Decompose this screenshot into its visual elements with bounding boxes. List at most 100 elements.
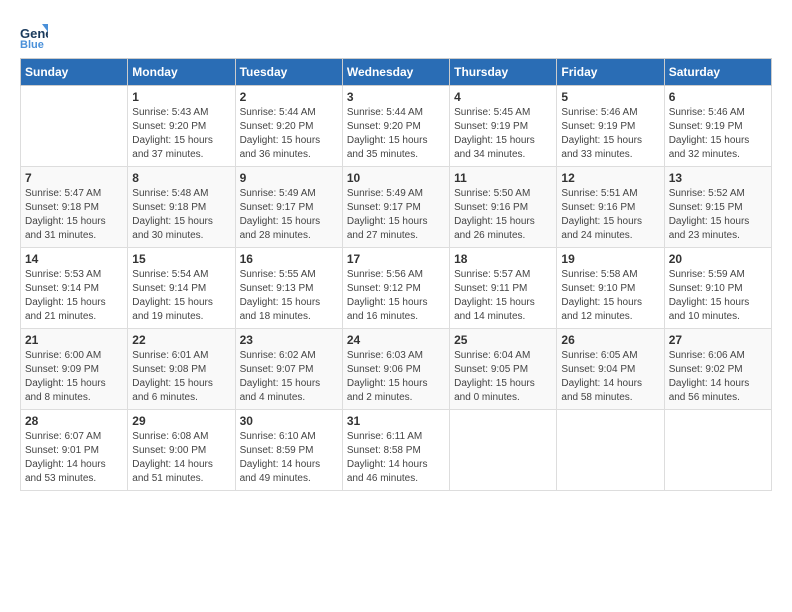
day-number: 7	[25, 171, 123, 185]
calendar-cell: 8 Sunrise: 5:48 AM Sunset: 9:18 PM Daylig…	[128, 167, 235, 248]
calendar-cell: 14 Sunrise: 5:53 AM Sunset: 9:14 PM Dayli…	[21, 248, 128, 329]
day-info: Sunrise: 5:50 AM Sunset: 9:16 PM Dayligh…	[454, 187, 552, 243]
day-info: Sunrise: 5:59 AM Sunset: 9:10 PM Dayligh…	[669, 268, 767, 324]
day-number: 10	[347, 171, 445, 185]
day-number: 31	[347, 414, 445, 428]
column-header-tuesday: Tuesday	[235, 59, 342, 86]
day-number: 14	[25, 252, 123, 266]
day-info: Sunrise: 5:49 AM Sunset: 9:17 PM Dayligh…	[240, 187, 338, 243]
day-number: 2	[240, 90, 338, 104]
day-number: 8	[132, 171, 230, 185]
day-number: 21	[25, 333, 123, 347]
day-number: 4	[454, 90, 552, 104]
calendar-cell: 9Sunrise: 5:49 AM Sunset: 9:17 PM Daylig…	[235, 167, 342, 248]
day-info: Sunrise: 5:53 AM Sunset: 9:14 PM Dayligh…	[25, 268, 123, 324]
calendar-week-row: 1 Sunrise: 5:43 AM Sunset: 9:20 PM Daylig…	[21, 86, 772, 167]
day-number: 23	[240, 333, 338, 347]
day-number: 19	[561, 252, 659, 266]
day-info: Sunrise: 6:02 AM Sunset: 9:07 PM Dayligh…	[240, 349, 338, 405]
calendar-cell: 16Sunrise: 5:55 AM Sunset: 9:13 PM Dayli…	[235, 248, 342, 329]
day-info: Sunrise: 6:03 AM Sunset: 9:06 PM Dayligh…	[347, 349, 445, 405]
calendar-cell: 4 Sunrise: 5:45 AM Sunset: 9:19 PM Daylig…	[450, 86, 557, 167]
day-number: 29	[132, 414, 230, 428]
day-info: Sunrise: 5:48 AM Sunset: 9:18 PM Dayligh…	[132, 187, 230, 243]
day-info: Sunrise: 6:10 AM Sunset: 8:59 PM Dayligh…	[240, 430, 338, 486]
day-info: Sunrise: 5:47 AM Sunset: 9:18 PM Dayligh…	[25, 187, 123, 243]
calendar-cell: 20 Sunrise: 5:59 AM Sunset: 9:10 PM Dayli…	[664, 248, 771, 329]
column-header-monday: Monday	[128, 59, 235, 86]
calendar-week-row: 28 Sunrise: 6:07 AM Sunset: 9:01 PM Dayli…	[21, 410, 772, 491]
calendar-cell: 26Sunrise: 6:05 AM Sunset: 9:04 PM Dayli…	[557, 329, 664, 410]
day-info: Sunrise: 5:43 AM Sunset: 9:20 PM Dayligh…	[132, 106, 230, 162]
day-info: Sunrise: 5:58 AM Sunset: 9:10 PM Dayligh…	[561, 268, 659, 324]
day-number: 24	[347, 333, 445, 347]
day-number: 20	[669, 252, 767, 266]
calendar-cell: 5Sunrise: 5:46 AM Sunset: 9:19 PM Daylig…	[557, 86, 664, 167]
calendar-cell	[557, 410, 664, 491]
calendar-cell: 27 Sunrise: 6:06 AM Sunset: 9:02 PM Dayli…	[664, 329, 771, 410]
day-info: Sunrise: 6:07 AM Sunset: 9:01 PM Dayligh…	[25, 430, 123, 486]
calendar-cell: 17Sunrise: 5:56 AM Sunset: 9:12 PM Dayli…	[342, 248, 449, 329]
calendar-cell	[664, 410, 771, 491]
day-number: 18	[454, 252, 552, 266]
day-info: Sunrise: 6:04 AM Sunset: 9:05 PM Dayligh…	[454, 349, 552, 405]
svg-text:Blue: Blue	[20, 39, 44, 48]
day-info: Sunrise: 5:45 AM Sunset: 9:19 PM Dayligh…	[454, 106, 552, 162]
calendar-cell: 19 Sunrise: 5:58 AM Sunset: 9:10 PM Dayli…	[557, 248, 664, 329]
calendar-cell: 13Sunrise: 5:52 AM Sunset: 9:15 PM Dayli…	[664, 167, 771, 248]
day-info: Sunrise: 6:00 AM Sunset: 9:09 PM Dayligh…	[25, 349, 123, 405]
day-number: 11	[454, 171, 552, 185]
day-number: 1	[132, 90, 230, 104]
day-info: Sunrise: 5:54 AM Sunset: 9:14 PM Dayligh…	[132, 268, 230, 324]
day-info: Sunrise: 6:11 AM Sunset: 8:58 PM Dayligh…	[347, 430, 445, 486]
column-header-friday: Friday	[557, 59, 664, 86]
calendar-cell: 18 Sunrise: 5:57 AM Sunset: 9:11 PM Dayli…	[450, 248, 557, 329]
day-number: 17	[347, 252, 445, 266]
day-number: 12	[561, 171, 659, 185]
calendar-week-row: 14 Sunrise: 5:53 AM Sunset: 9:14 PM Dayli…	[21, 248, 772, 329]
day-number: 3	[347, 90, 445, 104]
day-info: Sunrise: 5:52 AM Sunset: 9:15 PM Dayligh…	[669, 187, 767, 243]
day-info: Sunrise: 6:06 AM Sunset: 9:02 PM Dayligh…	[669, 349, 767, 405]
calendar-cell: 2 Sunrise: 5:44 AM Sunset: 9:20 PM Daylig…	[235, 86, 342, 167]
day-info: Sunrise: 5:46 AM Sunset: 9:19 PM Dayligh…	[561, 106, 659, 162]
calendar-cell: 1 Sunrise: 5:43 AM Sunset: 9:20 PM Daylig…	[128, 86, 235, 167]
logo-icon: General Blue	[20, 20, 48, 48]
calendar-cell: 24 Sunrise: 6:03 AM Sunset: 9:06 PM Dayli…	[342, 329, 449, 410]
day-info: Sunrise: 5:46 AM Sunset: 9:19 PM Dayligh…	[669, 106, 767, 162]
calendar-week-row: 7 Sunrise: 5:47 AM Sunset: 9:18 PM Daylig…	[21, 167, 772, 248]
calendar-cell: 15 Sunrise: 5:54 AM Sunset: 9:14 PM Dayli…	[128, 248, 235, 329]
day-info: Sunrise: 5:49 AM Sunset: 9:17 PM Dayligh…	[347, 187, 445, 243]
calendar-table: SundayMondayTuesdayWednesdayThursdayFrid…	[20, 58, 772, 491]
column-header-thursday: Thursday	[450, 59, 557, 86]
logo: General Blue	[20, 20, 52, 48]
day-number: 25	[454, 333, 552, 347]
calendar-cell: 23 Sunrise: 6:02 AM Sunset: 9:07 PM Dayli…	[235, 329, 342, 410]
day-info: Sunrise: 6:05 AM Sunset: 9:04 PM Dayligh…	[561, 349, 659, 405]
calendar-cell: 6 Sunrise: 5:46 AM Sunset: 9:19 PM Daylig…	[664, 86, 771, 167]
calendar-cell: 12Sunrise: 5:51 AM Sunset: 9:16 PM Dayli…	[557, 167, 664, 248]
calendar-cell: 10 Sunrise: 5:49 AM Sunset: 9:17 PM Dayli…	[342, 167, 449, 248]
day-info: Sunrise: 5:44 AM Sunset: 9:20 PM Dayligh…	[240, 106, 338, 162]
day-info: Sunrise: 5:44 AM Sunset: 9:20 PM Dayligh…	[347, 106, 445, 162]
day-info: Sunrise: 5:57 AM Sunset: 9:11 PM Dayligh…	[454, 268, 552, 324]
calendar-cell: 29Sunrise: 6:08 AM Sunset: 9:00 PM Dayli…	[128, 410, 235, 491]
calendar-cell	[21, 86, 128, 167]
day-number: 6	[669, 90, 767, 104]
day-number: 28	[25, 414, 123, 428]
day-number: 15	[132, 252, 230, 266]
calendar-cell: 22Sunrise: 6:01 AM Sunset: 9:08 PM Dayli…	[128, 329, 235, 410]
calendar-cell: 25 Sunrise: 6:04 AM Sunset: 9:05 PM Dayli…	[450, 329, 557, 410]
page-header: General Blue	[20, 20, 772, 48]
column-header-saturday: Saturday	[664, 59, 771, 86]
day-number: 27	[669, 333, 767, 347]
calendar-cell	[450, 410, 557, 491]
column-header-wednesday: Wednesday	[342, 59, 449, 86]
calendar-cell: 3 Sunrise: 5:44 AM Sunset: 9:20 PM Daylig…	[342, 86, 449, 167]
day-info: Sunrise: 5:55 AM Sunset: 9:13 PM Dayligh…	[240, 268, 338, 324]
calendar-cell: 28 Sunrise: 6:07 AM Sunset: 9:01 PM Dayli…	[21, 410, 128, 491]
day-info: Sunrise: 6:01 AM Sunset: 9:08 PM Dayligh…	[132, 349, 230, 405]
calendar-cell: 21 Sunrise: 6:00 AM Sunset: 9:09 PM Dayli…	[21, 329, 128, 410]
day-number: 30	[240, 414, 338, 428]
calendar-cell: 31 Sunrise: 6:11 AM Sunset: 8:58 PM Dayli…	[342, 410, 449, 491]
